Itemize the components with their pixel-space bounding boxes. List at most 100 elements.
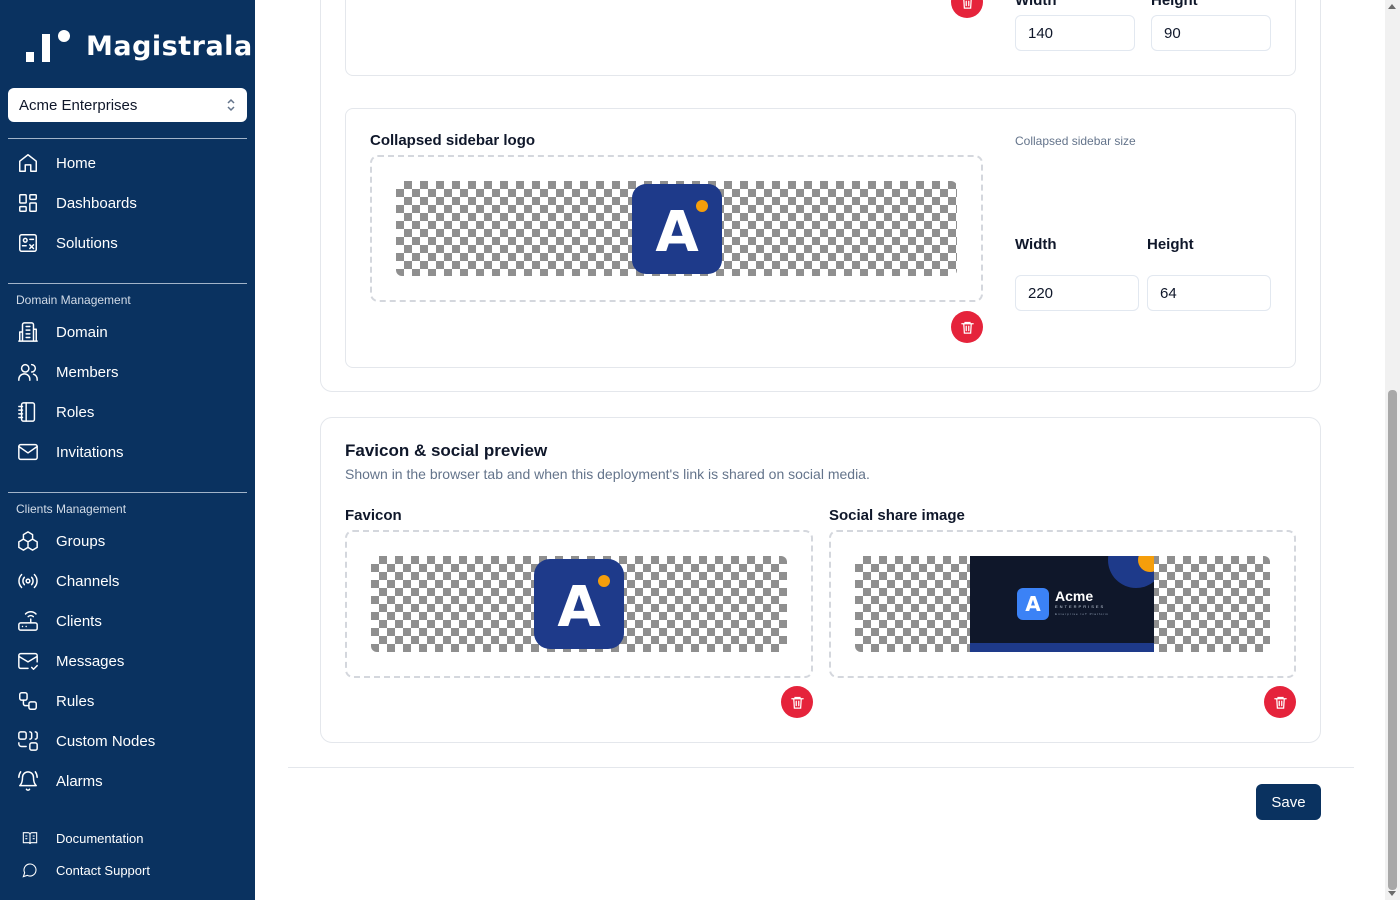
favicon-image: A <box>534 559 624 649</box>
logo-letter: A <box>655 199 699 265</box>
radio-icon <box>16 569 40 593</box>
trash-icon <box>1273 696 1287 709</box>
width-label: Width <box>1015 0 1057 9</box>
delete-collapsed-logo-button[interactable] <box>951 311 983 343</box>
sidebar-item-dashboards[interactable]: Dashboards <box>16 189 137 217</box>
sidebar-item-domain[interactable]: Domain <box>16 318 108 346</box>
mail-icon <box>16 440 40 464</box>
sidebar-item-messages[interactable]: Messages <box>16 647 124 675</box>
mail-open-icon <box>16 649 40 673</box>
sidebar-item-label: Messages <box>56 652 125 670</box>
sidebar-item-home[interactable]: Home <box>16 149 96 177</box>
brand-logo[interactable]: Magistrala <box>26 28 253 64</box>
collapsed-logo-title: Collapsed sidebar logo <box>370 132 536 149</box>
sidebar-item-label: Roles <box>56 403 95 421</box>
bell-icon <box>16 769 40 793</box>
sidebar-documentation-link[interactable]: Documentation <box>22 828 143 848</box>
chat-icon <box>22 863 37 878</box>
collapsed-height-input[interactable]: 64 <box>1147 275 1271 311</box>
social-brand-sub: ENTERPRISES <box>1055 604 1106 609</box>
sidebar-item-label: Channels <box>56 572 120 590</box>
home-icon <box>16 151 40 175</box>
sidebar-item-roles[interactable]: Roles <box>16 398 94 426</box>
collapsed-width-label: Width <box>1015 236 1057 253</box>
favicon-section-title: Favicon & social preview <box>345 441 548 460</box>
magistrala-logo-icon <box>26 28 74 64</box>
users-icon <box>16 360 40 384</box>
sidebar-item-label: Invitations <box>56 443 124 461</box>
collapsed-width-input[interactable]: 220 <box>1015 275 1139 311</box>
domain-selector-value: Acme Enterprises <box>19 96 138 114</box>
trash-icon <box>960 321 974 334</box>
domain-selector[interactable]: Acme Enterprises <box>8 88 247 122</box>
sidebar-item-label: Domain <box>56 323 108 341</box>
sidebar-item-label: Members <box>56 363 119 381</box>
sidebar-item-label: Rules <box>56 692 95 710</box>
social-share-image: A Acme ENTERPRISES Enterprise IoT Platfo… <box>970 556 1154 652</box>
social-bottom-bar <box>970 643 1154 652</box>
brand-name: Magistrala <box>86 30 253 62</box>
sidebar-item-label: Dashboards <box>56 194 137 212</box>
sidebar-contact-support-link[interactable]: Contact Support <box>22 860 150 880</box>
delete-social-image-button[interactable] <box>1264 686 1296 718</box>
social-logo-icon: A <box>1017 588 1049 620</box>
logo-accent-dot <box>696 200 708 212</box>
boxes-icon <box>16 529 40 553</box>
sidebar-divider <box>8 138 247 139</box>
height-label: Height <box>1151 0 1198 9</box>
sidebar-divider <box>8 492 247 493</box>
collapsed-height-label: Height <box>1147 236 1194 253</box>
sidebar-item-groups[interactable]: Groups <box>16 527 105 555</box>
sidebar: Magistrala Acme Enterprises Home Dashboa… <box>0 0 255 900</box>
favicon-section-description: Shown in the browser tab and when this d… <box>345 466 870 482</box>
page-scrollbar[interactable] <box>1385 0 1400 900</box>
router-icon <box>16 609 40 633</box>
sidebar-item-custom-nodes[interactable]: Custom Nodes <box>16 727 155 755</box>
contact-support-label: Contact Support <box>56 862 150 878</box>
scroll-down-arrow-icon[interactable] <box>1388 891 1396 896</box>
collapsed-size-label: Collapsed sidebar size <box>1015 134 1136 148</box>
notebook-icon <box>16 400 40 424</box>
dashboard-icon <box>16 191 40 215</box>
save-button[interactable]: Save <box>1256 784 1321 820</box>
social-tagline: Enterprise IoT Platform <box>1055 612 1109 616</box>
trash-icon <box>790 696 804 709</box>
sidebar-item-channels[interactable]: Channels <box>16 567 119 595</box>
sidebar-item-label: Solutions <box>56 234 118 252</box>
sidebar-item-label: Alarms <box>56 772 103 790</box>
scroll-up-arrow-icon[interactable] <box>1388 4 1396 9</box>
sidebar-logo-height-input[interactable]: 90 <box>1151 15 1271 51</box>
favicon-letter: A <box>557 574 601 640</box>
sidebar-item-label: Home <box>56 154 97 172</box>
documentation-label: Documentation <box>56 830 144 846</box>
sidebar-item-label: Clients <box>56 612 102 630</box>
sidebar-divider <box>8 283 247 284</box>
sidebar-item-alarms[interactable]: Alarms <box>16 767 103 795</box>
sidebar-logo-width-input[interactable]: 140 <box>1015 15 1135 51</box>
delete-favicon-button[interactable] <box>781 686 813 718</box>
solutions-icon <box>16 231 40 255</box>
favicon-label: Favicon <box>345 507 402 524</box>
section-label-domain: Domain Management <box>16 293 131 307</box>
trash-icon <box>962 0 972 9</box>
social-logo-letter: A <box>1025 592 1041 616</box>
scrollbar-thumb[interactable] <box>1388 390 1397 890</box>
workflow-icon <box>16 689 40 713</box>
collapsed-logo-image: A <box>632 184 722 274</box>
sidebar-item-clients[interactable]: Clients <box>16 607 102 635</box>
book-icon <box>22 832 38 845</box>
building-icon <box>16 320 40 344</box>
section-label-clients: Clients Management <box>16 502 127 516</box>
sidebar-item-members[interactable]: Members <box>16 358 119 386</box>
nodes-icon <box>16 729 40 753</box>
chevron-up-down-icon <box>226 98 236 112</box>
sidebar-item-label: Groups <box>56 532 106 550</box>
sidebar-item-label: Custom Nodes <box>56 732 156 750</box>
social-image-label: Social share image <box>829 507 965 524</box>
social-brand-name: Acme <box>1055 588 1094 604</box>
sidebar-item-rules[interactable]: Rules <box>16 687 94 715</box>
sidebar-item-invitations[interactable]: Invitations <box>16 438 124 466</box>
footer-divider <box>288 767 1354 768</box>
sidebar-item-solutions[interactable]: Solutions <box>16 229 118 257</box>
favicon-accent-dot <box>598 575 610 587</box>
